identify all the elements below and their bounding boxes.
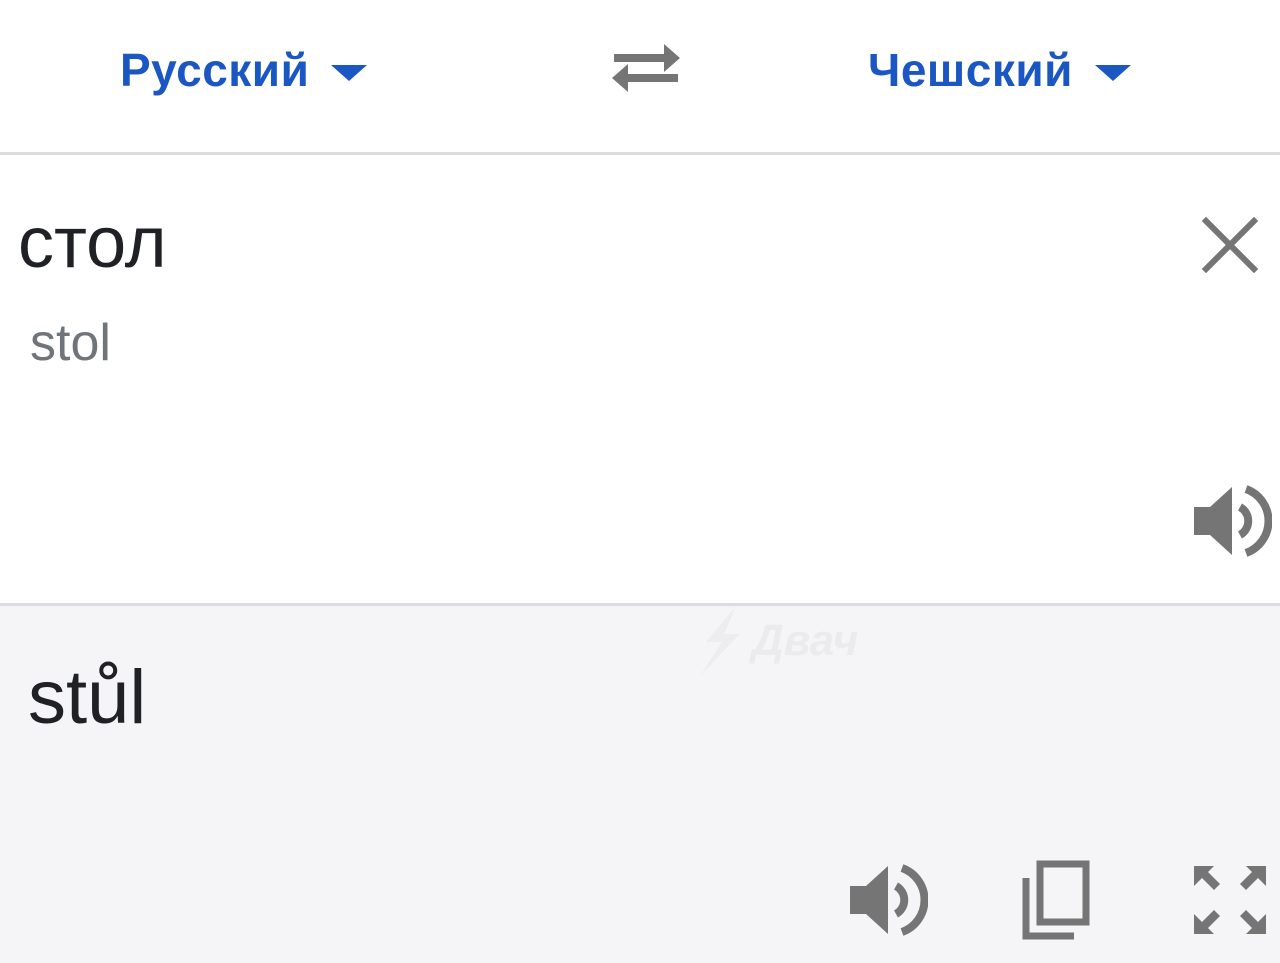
target-language-label: Чешский — [868, 44, 1073, 96]
lightning-icon — [700, 606, 740, 676]
translation-text: stůl — [28, 655, 147, 740]
source-text-input[interactable]: стол — [18, 207, 167, 279]
clear-input-button[interactable] — [1198, 213, 1262, 277]
target-language-select[interactable]: Чешский — [868, 40, 1131, 100]
source-language-select[interactable]: Русский — [120, 40, 368, 100]
chevron-down-icon — [331, 65, 368, 81]
speaker-icon — [850, 864, 929, 936]
watermark: Двач — [692, 606, 858, 676]
listen-translation-button[interactable] — [844, 860, 929, 940]
swap-arrows-icon — [612, 44, 680, 92]
swap-languages-button[interactable] — [606, 36, 686, 100]
chevron-down-icon — [1094, 65, 1131, 81]
close-icon — [1201, 216, 1259, 274]
speaker-icon — [1194, 485, 1273, 557]
copy-translation-button[interactable] — [1018, 858, 1094, 942]
target-panel: Двач stůl — [0, 606, 1280, 963]
source-language-label: Русский — [120, 44, 310, 96]
transliteration-text: stol — [30, 314, 111, 372]
fullscreen-button[interactable] — [1190, 862, 1270, 938]
watermark-text: Двач — [752, 616, 859, 665]
fullscreen-icon — [1194, 866, 1266, 934]
language-bar: Русский Чешский — [0, 0, 1280, 155]
listen-source-button[interactable] — [1188, 481, 1273, 561]
copy-icon — [1022, 860, 1090, 940]
source-panel: стол stol — [0, 155, 1280, 606]
